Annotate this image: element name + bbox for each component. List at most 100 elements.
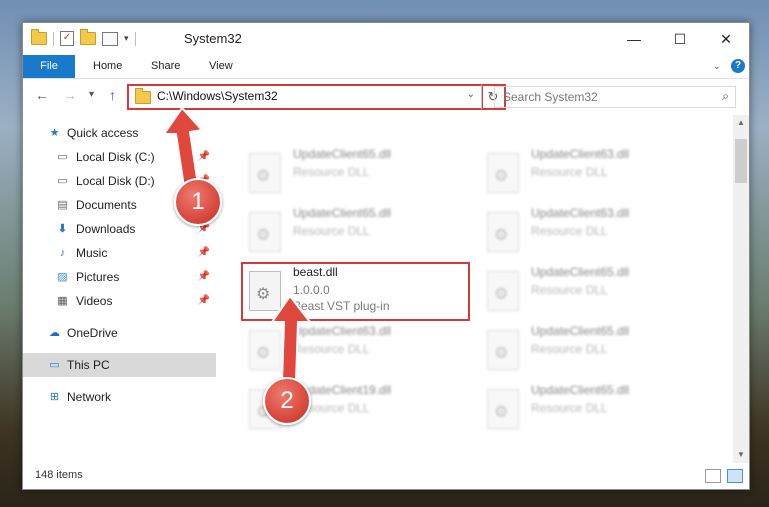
file-description: Resource DLL bbox=[293, 224, 370, 238]
download-icon: ⬇ bbox=[57, 223, 68, 235]
sidebar-item-this-pc[interactable]: ▭ This PC bbox=[23, 353, 216, 377]
recent-locations-chevron-icon[interactable]: ▾ bbox=[89, 89, 94, 100]
sidebar-item-label: Pictures bbox=[76, 270, 120, 284]
sidebar-item-label: Documents bbox=[76, 198, 137, 212]
sidebar-item-label: This PC bbox=[67, 358, 110, 372]
quick-access-toolbar: ✓ ▾ bbox=[31, 29, 136, 46]
help-icon[interactable]: ? bbox=[731, 59, 745, 73]
file-name: UpdateClient65.dll bbox=[531, 265, 630, 279]
drive-icon: ▭ bbox=[57, 151, 68, 163]
expand-ribbon-chevron-icon[interactable]: ⌄ bbox=[713, 61, 721, 72]
minimize-button[interactable]: — bbox=[611, 23, 657, 55]
window-controls: — ☐ ✕ bbox=[611, 23, 749, 55]
title-bar: ✓ ▾ System32 — ☐ ✕ bbox=[23, 23, 749, 55]
item-count: 148 items bbox=[35, 469, 83, 481]
maximize-button[interactable]: ☐ bbox=[657, 23, 703, 55]
tiles-view-icon[interactable] bbox=[727, 469, 743, 483]
address-folder-icon bbox=[135, 88, 151, 104]
file-item[interactable]: UpdateClient65.dll Resource DLL bbox=[243, 145, 468, 199]
tab-home[interactable]: Home bbox=[93, 55, 122, 78]
close-button[interactable]: ✕ bbox=[703, 23, 749, 55]
tab-view[interactable]: View bbox=[209, 55, 233, 78]
network-icon: ⊞ bbox=[49, 391, 60, 403]
file-description: Resource DLL bbox=[531, 401, 608, 415]
search-input[interactable]: Search System32 ⌕ bbox=[494, 86, 736, 108]
navigation-bar: ← → ▾ ↑ C:\Windows\System32 ⌄ ↻ Search S… bbox=[23, 79, 749, 113]
sidebar-item-videos[interactable]: ▦ Videos 📌 bbox=[23, 289, 216, 313]
pin-icon[interactable]: 📌 bbox=[198, 265, 210, 289]
file-description: Resource DLL bbox=[531, 165, 608, 179]
dll-file-icon bbox=[487, 271, 519, 311]
pin-icon[interactable]: 📌 bbox=[198, 241, 210, 265]
file-item[interactable]: UpdateClient63.dll Resource DLL bbox=[481, 145, 706, 199]
video-icon: ▦ bbox=[57, 295, 68, 307]
tab-file[interactable]: File bbox=[23, 55, 75, 78]
view-toggle bbox=[705, 469, 743, 483]
ribbon-right-controls: ⌄ ? bbox=[713, 59, 745, 73]
dll-file-icon bbox=[487, 389, 519, 429]
music-icon: ♪ bbox=[59, 247, 66, 259]
sidebar-item-onedrive[interactable]: ☁ OneDrive bbox=[23, 321, 216, 345]
dll-file-icon bbox=[487, 212, 519, 252]
sidebar-item-label: Quick access bbox=[67, 126, 139, 140]
scroll-down-arrow-icon[interactable]: ▼ bbox=[733, 447, 749, 463]
sidebar-item-label: Downloads bbox=[76, 222, 136, 236]
back-arrow-icon[interactable]: ← bbox=[35, 87, 49, 103]
star-icon: ★ bbox=[49, 127, 60, 139]
scroll-up-arrow-icon[interactable]: ▲ bbox=[733, 115, 749, 131]
file-item[interactable]: UpdateClient65.dll Resource DLL bbox=[481, 381, 706, 435]
folder-icon bbox=[31, 29, 47, 45]
picture-icon: ▨ bbox=[57, 271, 68, 283]
sidebar-item-music[interactable]: ♪ Music 📌 bbox=[23, 241, 216, 265]
sidebar-item-pictures[interactable]: ▨ Pictures 📌 bbox=[23, 265, 216, 289]
sidebar-item-network[interactable]: ⊞ Network bbox=[23, 385, 216, 409]
up-arrow-icon[interactable]: ↑ bbox=[109, 87, 116, 103]
file-name: UpdateClient63.dll bbox=[531, 206, 630, 220]
vertical-scrollbar[interactable]: ▲ ▼ bbox=[733, 115, 749, 463]
address-dropdown-chevron-icon[interactable]: ⌄ bbox=[467, 89, 475, 100]
document-icon: ▤ bbox=[57, 199, 68, 211]
tab-share[interactable]: Share bbox=[151, 55, 180, 78]
properties-check-icon[interactable]: ✓ bbox=[60, 31, 74, 46]
file-name: UpdateClient65.dll bbox=[531, 383, 630, 397]
drive-icon: ▭ bbox=[57, 175, 68, 187]
properties-icon[interactable] bbox=[102, 31, 118, 46]
dll-file-icon bbox=[487, 153, 519, 193]
explorer-window: ✓ ▾ System32 — ☐ ✕ File Home Share View … bbox=[22, 22, 750, 490]
search-placeholder: Search System32 bbox=[503, 90, 598, 104]
file-name: UpdateClient65.dll bbox=[293, 147, 392, 161]
file-description: Resource DLL bbox=[531, 283, 608, 297]
details-view-icon[interactable] bbox=[705, 469, 721, 483]
sidebar-item-label: Local Disk (C:) bbox=[76, 150, 155, 164]
search-icon: ⌕ bbox=[722, 89, 729, 103]
step-2-badge: 2 bbox=[263, 377, 311, 425]
ribbon-tabs: File Home Share View ⌄ ? bbox=[23, 55, 749, 79]
pin-icon[interactable]: 📌 bbox=[198, 289, 210, 313]
dll-file-icon bbox=[249, 212, 281, 252]
file-description: Resource DLL bbox=[531, 224, 608, 238]
sidebar-item-label: Local Disk (D:) bbox=[76, 174, 155, 188]
scrollbar-thumb[interactable] bbox=[735, 139, 747, 183]
file-description: Resource DLL bbox=[293, 165, 370, 179]
file-description: Resource DLL bbox=[531, 342, 608, 356]
window-title: System32 bbox=[184, 31, 242, 46]
new-folder-icon[interactable] bbox=[80, 29, 96, 45]
file-item[interactable]: UpdateClient65.dll Resource DLL bbox=[481, 263, 706, 317]
file-name: UpdateClient63.dll bbox=[531, 147, 630, 161]
computer-icon: ▭ bbox=[49, 359, 60, 371]
step-1-badge: 1 bbox=[174, 178, 222, 226]
toolbar-separator bbox=[53, 31, 54, 46]
customize-toolbar-chevron-icon[interactable]: ▾ bbox=[124, 33, 129, 44]
forward-arrow-icon[interactable]: → bbox=[63, 87, 77, 103]
file-item[interactable]: UpdateClient65.dll Resource DLL bbox=[243, 204, 468, 258]
sidebar-item-label: Network bbox=[67, 390, 112, 404]
file-item[interactable]: UpdateClient63.dll Resource DLL bbox=[481, 204, 706, 258]
file-name: UpdateClient65.dll bbox=[293, 206, 392, 220]
dll-file-icon bbox=[487, 330, 519, 370]
toolbar-separator bbox=[134, 31, 136, 46]
dll-file-icon bbox=[249, 153, 281, 193]
sidebar-item-label: Music bbox=[76, 246, 108, 260]
file-item[interactable]: UpdateClient65.dll Resource DLL bbox=[481, 322, 706, 376]
file-name: UpdateClient65.dll bbox=[531, 324, 630, 338]
callout-arrow-2 bbox=[270, 294, 313, 383]
